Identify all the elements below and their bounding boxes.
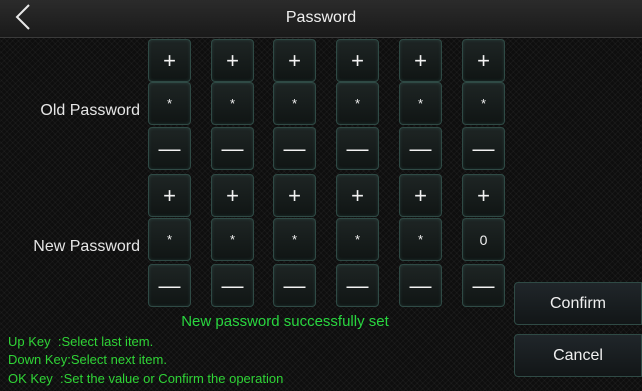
help-down-key: Down Key:Select next item. [8, 352, 167, 367]
old-password-digit-1[interactable]: * [148, 82, 191, 125]
new-password-digit-1-decrement-button[interactable]: — [148, 264, 191, 307]
new-password-digit-3-decrement-button[interactable]: — [273, 264, 316, 307]
old-password-digit-5-decrement-button[interactable]: — [399, 127, 442, 170]
old-password-digit-2-decrement-button[interactable]: — [211, 127, 254, 170]
new-password-digit-3-increment-button[interactable]: + [273, 174, 316, 217]
new-password-digit-4[interactable]: * [336, 218, 379, 261]
new-password-label: New Password [33, 238, 140, 255]
new-password-digit-4-decrement-button[interactable]: — [336, 264, 379, 307]
old-password-digit-4[interactable]: * [336, 82, 379, 125]
old-password-digit-6-decrement-button[interactable]: — [462, 127, 505, 170]
new-password-digit-1-increment-button[interactable]: + [148, 174, 191, 217]
status-message: New password successfully set [181, 313, 389, 330]
new-password-digit-6-increment-button[interactable]: + [462, 174, 505, 217]
new-password-digit-2[interactable]: * [211, 218, 254, 261]
old-password-digit-3-decrement-button[interactable]: — [273, 127, 316, 170]
new-password-digit-5[interactable]: * [399, 218, 442, 261]
new-password-digit-5-increment-button[interactable]: + [399, 174, 442, 217]
old-password-digit-1-increment-button[interactable]: + [148, 39, 191, 82]
page-title: Password [285, 9, 357, 26]
old-password-digit-6[interactable]: * [462, 82, 505, 125]
new-password-digit-1[interactable]: * [148, 218, 191, 261]
old-password-digit-3-increment-button[interactable]: + [273, 39, 316, 82]
old-password-digit-6-increment-button[interactable]: + [462, 39, 505, 82]
help-ok-key: OK Key :Set the value or Confirm the ope… [8, 371, 284, 386]
old-password-digit-1-decrement-button[interactable]: — [148, 127, 191, 170]
new-password-digit-6-decrement-button[interactable]: — [462, 264, 505, 307]
old-password-digit-4-decrement-button[interactable]: — [336, 127, 379, 170]
help-up-key: Up Key :Select last item. [8, 334, 154, 349]
new-password-digit-5-decrement-button[interactable]: — [399, 264, 442, 307]
new-password-digit-4-increment-button[interactable]: + [336, 174, 379, 217]
old-password-label: Old Password [40, 102, 140, 119]
title-bar: Password [0, 0, 642, 38]
old-password-digit-5-increment-button[interactable]: + [399, 39, 442, 82]
confirm-button[interactable]: Confirm [514, 282, 642, 325]
old-password-digit-2[interactable]: * [211, 82, 254, 125]
new-password-digit-6[interactable]: 0 [462, 218, 505, 261]
new-password-digit-2-increment-button[interactable]: + [211, 174, 254, 217]
old-password-digit-4-increment-button[interactable]: + [336, 39, 379, 82]
old-password-digit-3[interactable]: * [273, 82, 316, 125]
old-password-digit-2-increment-button[interactable]: + [211, 39, 254, 82]
new-password-digit-2-decrement-button[interactable]: — [211, 264, 254, 307]
cancel-button[interactable]: Cancel [514, 334, 642, 377]
old-password-digit-5[interactable]: * [399, 82, 442, 125]
new-password-digit-3[interactable]: * [273, 218, 316, 261]
